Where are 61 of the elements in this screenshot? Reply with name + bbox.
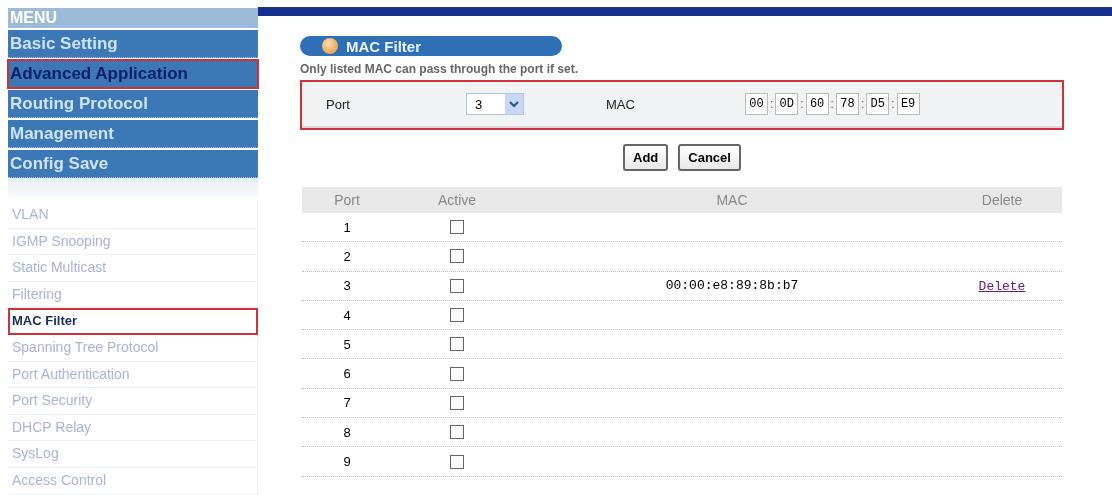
- active-checkbox[interactable]: [450, 454, 464, 469]
- submenu-item[interactable]: Access Control: [8, 467, 258, 495]
- menu-item[interactable]: Config Save: [8, 150, 258, 178]
- active-checkbox[interactable]: [450, 278, 464, 293]
- mac-octet-field[interactable]: E9: [896, 93, 920, 115]
- active-checkbox[interactable]: [450, 308, 464, 323]
- mac-octet-field[interactable]: 78: [835, 93, 859, 115]
- active-checkbox[interactable]: [450, 337, 464, 352]
- table-cell-text: 5: [342, 336, 352, 352]
- submenu-item[interactable]: DHCP Relay: [8, 414, 258, 442]
- orb-icon: [322, 38, 338, 54]
- table-cell-text: 2: [342, 248, 352, 264]
- submenu-item[interactable]: Static Multicast: [8, 255, 258, 282]
- column-header: Delete: [980, 192, 1024, 208]
- active-checkbox[interactable]: [450, 220, 464, 235]
- menu-item[interactable]: Management: [8, 120, 258, 148]
- separator: :: [829, 97, 835, 111]
- mac-label: MAC: [606, 96, 635, 112]
- separator: :: [859, 97, 866, 111]
- submenu-item[interactable]: Filtering: [8, 281, 258, 309]
- table-cell-text: 7: [342, 395, 352, 411]
- active-checkbox[interactable]: [450, 395, 464, 410]
- menu-item[interactable]: Advanced Application: [8, 60, 258, 88]
- submenu-item[interactable]: Port Authentication: [8, 361, 258, 389]
- submenu-item[interactable]: VLAN: [8, 202, 258, 229]
- caret-icon: [505, 94, 523, 114]
- submenu-item[interactable]: IGMP Snooping: [8, 228, 258, 256]
- table-cell-text: 4: [342, 307, 352, 323]
- table-cell-text: 1: [342, 219, 352, 235]
- form-button[interactable]: Cancel: [678, 144, 741, 171]
- column-header: Port: [333, 192, 361, 208]
- submenu-item[interactable]: SysLog: [8, 441, 258, 468]
- menu-header: MENU: [8, 8, 258, 28]
- description: Only listed MAC can pass through the port if set.: [300, 62, 580, 76]
- submenu-item[interactable]: MAC Filter: [8, 308, 258, 335]
- table-cell: 00:00:e8:89:8b:b7: [665, 278, 799, 294]
- table-cell-text: 8: [342, 424, 352, 440]
- port-label: Port: [326, 96, 351, 112]
- table-cell-text: 9: [342, 454, 352, 469]
- mac-octet-field[interactable]: D5: [866, 93, 890, 115]
- page-title: MAC Filter: [346, 37, 421, 55]
- active-checkbox[interactable]: [450, 425, 464, 440]
- table-cell-text: 6: [342, 366, 352, 382]
- menu-item[interactable]: Routing Protocol: [8, 90, 258, 118]
- mac-octet-field[interactable]: 0D: [775, 93, 799, 115]
- table-cell-text: 3: [342, 278, 352, 294]
- port-select[interactable]: 3: [466, 93, 524, 115]
- active-checkbox[interactable]: [450, 249, 464, 264]
- menu-item[interactable]: Basic Setting: [8, 30, 258, 58]
- mac-octet-field[interactable]: 60: [805, 93, 829, 115]
- submenu-item[interactable]: Spanning Tree Protocol: [8, 334, 258, 362]
- active-checkbox[interactable]: [450, 366, 464, 381]
- column-header: MAC: [715, 192, 749, 208]
- mac-octet-field[interactable]: 00: [744, 93, 768, 115]
- delete-link[interactable]: Delete: [978, 278, 1026, 294]
- separator: :: [890, 97, 896, 111]
- form-button[interactable]: Add: [623, 144, 669, 171]
- submenu-item[interactable]: Port Security: [8, 388, 258, 415]
- separator: :: [799, 97, 805, 111]
- separator: :: [768, 97, 775, 111]
- column-header: Active: [436, 192, 478, 208]
